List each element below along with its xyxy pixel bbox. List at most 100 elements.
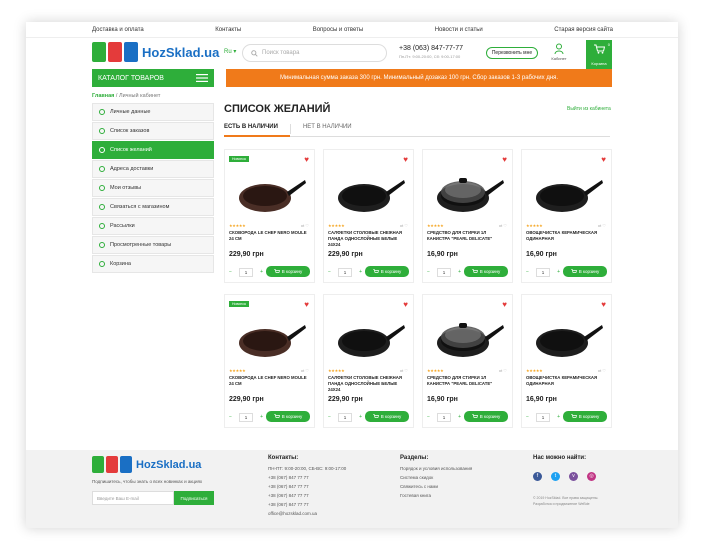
- minus-button[interactable]: −: [526, 269, 529, 275]
- phone-number[interactable]: +38 (063) 847-77-77: [399, 45, 463, 52]
- callback-button[interactable]: Перезвонить мне: [486, 47, 538, 59]
- compare-icon[interactable]: ⇄ ♡: [301, 223, 309, 228]
- footer-link[interactable]: Система скидок: [400, 473, 472, 482]
- wishlist-heart-icon[interactable]: ♥: [304, 155, 309, 164]
- topnav-delivery-link[interactable]: Доставка и оплата: [92, 27, 144, 33]
- quantity-field[interactable]: 1: [338, 267, 352, 277]
- quantity-field[interactable]: 1: [239, 412, 253, 422]
- compare-icon[interactable]: ⇄ ♡: [598, 368, 606, 373]
- plus-button[interactable]: +: [260, 269, 263, 275]
- footer-link[interactable]: Гостевая книга: [400, 491, 472, 500]
- breadcrumb-home[interactable]: Главная: [92, 93, 114, 99]
- quantity-field[interactable]: 1: [338, 412, 352, 422]
- add-to-cart-button[interactable]: В корзину: [266, 411, 310, 422]
- minus-button[interactable]: −: [328, 269, 331, 275]
- sidebar-item[interactable]: Просмотренные товары: [92, 236, 214, 254]
- tab-in-stock[interactable]: ЕСТЬ В НАЛИЧИИ: [224, 121, 290, 137]
- sidebar-item[interactable]: Список желаний: [92, 141, 214, 159]
- product-image[interactable]: [532, 313, 604, 367]
- product-image[interactable]: [433, 168, 505, 222]
- contact-phone[interactable]: +38 (067) 847 77 77: [268, 491, 346, 500]
- wishlist-heart-icon[interactable]: ♥: [601, 155, 606, 164]
- plus-button[interactable]: +: [557, 269, 560, 275]
- sidebar-item[interactable]: Мои отзывы: [92, 179, 214, 197]
- contact-phone[interactable]: +38 (067) 847 77 77: [268, 473, 346, 482]
- quantity-field[interactable]: 1: [536, 412, 550, 422]
- product-card[interactable]: ♥ ★★★★★ ⇄ ♡ САЛФЕТКИ СТОЛОВЫЕ СНЕЖНАЯ ПАНДА…: [323, 294, 414, 428]
- contact-phone[interactable]: +38 (067) 847 77 77: [268, 500, 346, 509]
- plus-button[interactable]: +: [359, 414, 362, 420]
- footer-logo[interactable]: HozSklad.ua: [92, 456, 201, 473]
- cart-button[interactable]: 0 Корзина: [586, 40, 612, 70]
- minus-button[interactable]: −: [526, 414, 529, 420]
- product-name[interactable]: САЛФЕТКИ СТОЛОВЫЕ СНЕЖНАЯ ПАНДА ОДНОСЛОЙ…: [328, 375, 410, 392]
- contact-phone[interactable]: +38 (067) 847 77 77: [268, 482, 346, 491]
- tab-out-of-stock[interactable]: НЕТ В НАЛИЧИИ: [289, 124, 364, 134]
- wishlist-heart-icon[interactable]: ♥: [403, 155, 408, 164]
- plus-button[interactable]: +: [458, 269, 461, 275]
- catalog-button[interactable]: КАТАЛОГ ТОВАРОВ: [92, 69, 214, 87]
- quantity-field[interactable]: 1: [437, 267, 451, 277]
- sidebar-item[interactable]: Корзина: [92, 255, 214, 273]
- product-name[interactable]: СРЕДСТВО ДЛЯ СТИРКИ 1Л КАНИСТРА "PEARL D…: [427, 375, 509, 387]
- product-card[interactable]: Новинка ♥ ★★★★★ ⇄ ♡ СКОВОРОДА LE CHEF NERO M…: [224, 149, 315, 283]
- product-card[interactable]: ♥ ★★★★★ ⇄ ♡ СРЕДСТВО ДЛЯ СТИРКИ 1Л КАНИСТРА…: [422, 294, 513, 428]
- product-image[interactable]: [235, 168, 307, 222]
- product-card[interactable]: ♥ ★★★★★ ⇄ ♡ СРЕДСТВО ДЛЯ СТИРКИ 1Л КАНИСТРА…: [422, 149, 513, 283]
- compare-icon[interactable]: ⇄ ♡: [400, 223, 408, 228]
- add-to-cart-button[interactable]: В корзину: [365, 411, 409, 422]
- sidebar-item[interactable]: Связаться с магазином: [92, 198, 214, 216]
- product-card[interactable]: Новинка ♥ ★★★★★ ⇄ ♡ СКОВОРОДА LE CHEF NERO M…: [224, 294, 315, 428]
- quantity-field[interactable]: 1: [239, 267, 253, 277]
- wishlist-heart-icon[interactable]: ♥: [601, 300, 606, 309]
- product-card[interactable]: ♥ ★★★★★ ⇄ ♡ САЛФЕТКИ СТОЛОВЫЕ СНЕЖНАЯ ПАНДА…: [323, 149, 414, 283]
- topnav-faq-link[interactable]: Вопросы и ответы: [313, 27, 364, 33]
- topnav-news-link[interactable]: Новости и статьи: [435, 27, 483, 33]
- language-selector[interactable]: Ru ▾: [224, 48, 236, 55]
- facebook-icon[interactable]: f: [533, 472, 542, 481]
- plus-button[interactable]: +: [359, 269, 362, 275]
- compare-icon[interactable]: ⇄ ♡: [400, 368, 408, 373]
- product-name[interactable]: СРЕДСТВО ДЛЯ СТИРКИ 1Л КАНИСТРА "PEARL D…: [427, 230, 509, 242]
- minus-button[interactable]: −: [328, 414, 331, 420]
- add-to-cart-button[interactable]: В корзину: [563, 411, 607, 422]
- product-card[interactable]: ♥ ★★★★★ ⇄ ♡ ОВОЩЕЧИСТКА КЕРАМИЧЕСКАЯ ОДИНАР…: [521, 294, 612, 428]
- add-to-cart-button[interactable]: В корзину: [464, 266, 508, 277]
- compare-icon[interactable]: ⇄ ♡: [301, 368, 309, 373]
- plus-button[interactable]: +: [458, 414, 461, 420]
- plus-button[interactable]: +: [557, 414, 560, 420]
- product-card[interactable]: ♥ ★★★★★ ⇄ ♡ ОВОЩЕЧИСТКА КЕРАМИЧЕСКАЯ ОДИНАР…: [521, 149, 612, 283]
- logout-link[interactable]: Выйти из кабинета: [567, 106, 611, 112]
- product-image[interactable]: [532, 168, 604, 222]
- site-logo[interactable]: HozSklad.ua: [92, 42, 219, 62]
- add-to-cart-button[interactable]: В корзину: [563, 266, 607, 277]
- sidebar-item[interactable]: Список заказов: [92, 122, 214, 140]
- quantity-field[interactable]: 1: [437, 412, 451, 422]
- product-name[interactable]: ОВОЩЕЧИСТКА КЕРАМИЧЕСКАЯ ОДИНАРНАЯ: [526, 230, 608, 242]
- topnav-old-site-link[interactable]: Старая версия сайта: [554, 27, 613, 33]
- wishlist-heart-icon[interactable]: ♥: [304, 300, 309, 309]
- twitter-icon[interactable]: t: [551, 472, 560, 481]
- compare-icon[interactable]: ⇄ ♡: [499, 368, 507, 373]
- wishlist-heart-icon[interactable]: ♥: [502, 300, 507, 309]
- wishlist-heart-icon[interactable]: ♥: [403, 300, 408, 309]
- product-image[interactable]: [334, 313, 406, 367]
- subscribe-button[interactable]: Подписаться: [174, 491, 214, 505]
- add-to-cart-button[interactable]: В корзину: [266, 266, 310, 277]
- footer-link[interactable]: Свяжитесь с нами: [400, 482, 472, 491]
- product-name[interactable]: СКОВОРОДА LE CHEF NERO MOULE 24 СМ: [229, 230, 311, 242]
- product-image[interactable]: [235, 313, 307, 367]
- footer-link[interactable]: Порядок и условия использования: [400, 464, 472, 473]
- search-input[interactable]: Поиск товара: [242, 44, 387, 62]
- email-field[interactable]: Введите Ваш E-mail: [92, 491, 174, 505]
- product-name[interactable]: САЛФЕТКИ СТОЛОВЫЕ СНЕЖНАЯ ПАНДА ОДНОСЛОЙ…: [328, 230, 410, 247]
- product-image[interactable]: [433, 313, 505, 367]
- minus-button[interactable]: −: [229, 414, 232, 420]
- viber-icon[interactable]: v: [569, 472, 578, 481]
- product-name[interactable]: ОВОЩЕЧИСТКА КЕРАМИЧЕСКАЯ ОДИНАРНАЯ: [526, 375, 608, 387]
- add-to-cart-button[interactable]: В корзину: [365, 266, 409, 277]
- cabinet-button[interactable]: Кабинет: [548, 43, 570, 61]
- compare-icon[interactable]: ⇄ ♡: [499, 223, 507, 228]
- product-image[interactable]: [334, 168, 406, 222]
- product-name[interactable]: СКОВОРОДА LE CHEF NERO MOULE 24 СМ: [229, 375, 311, 387]
